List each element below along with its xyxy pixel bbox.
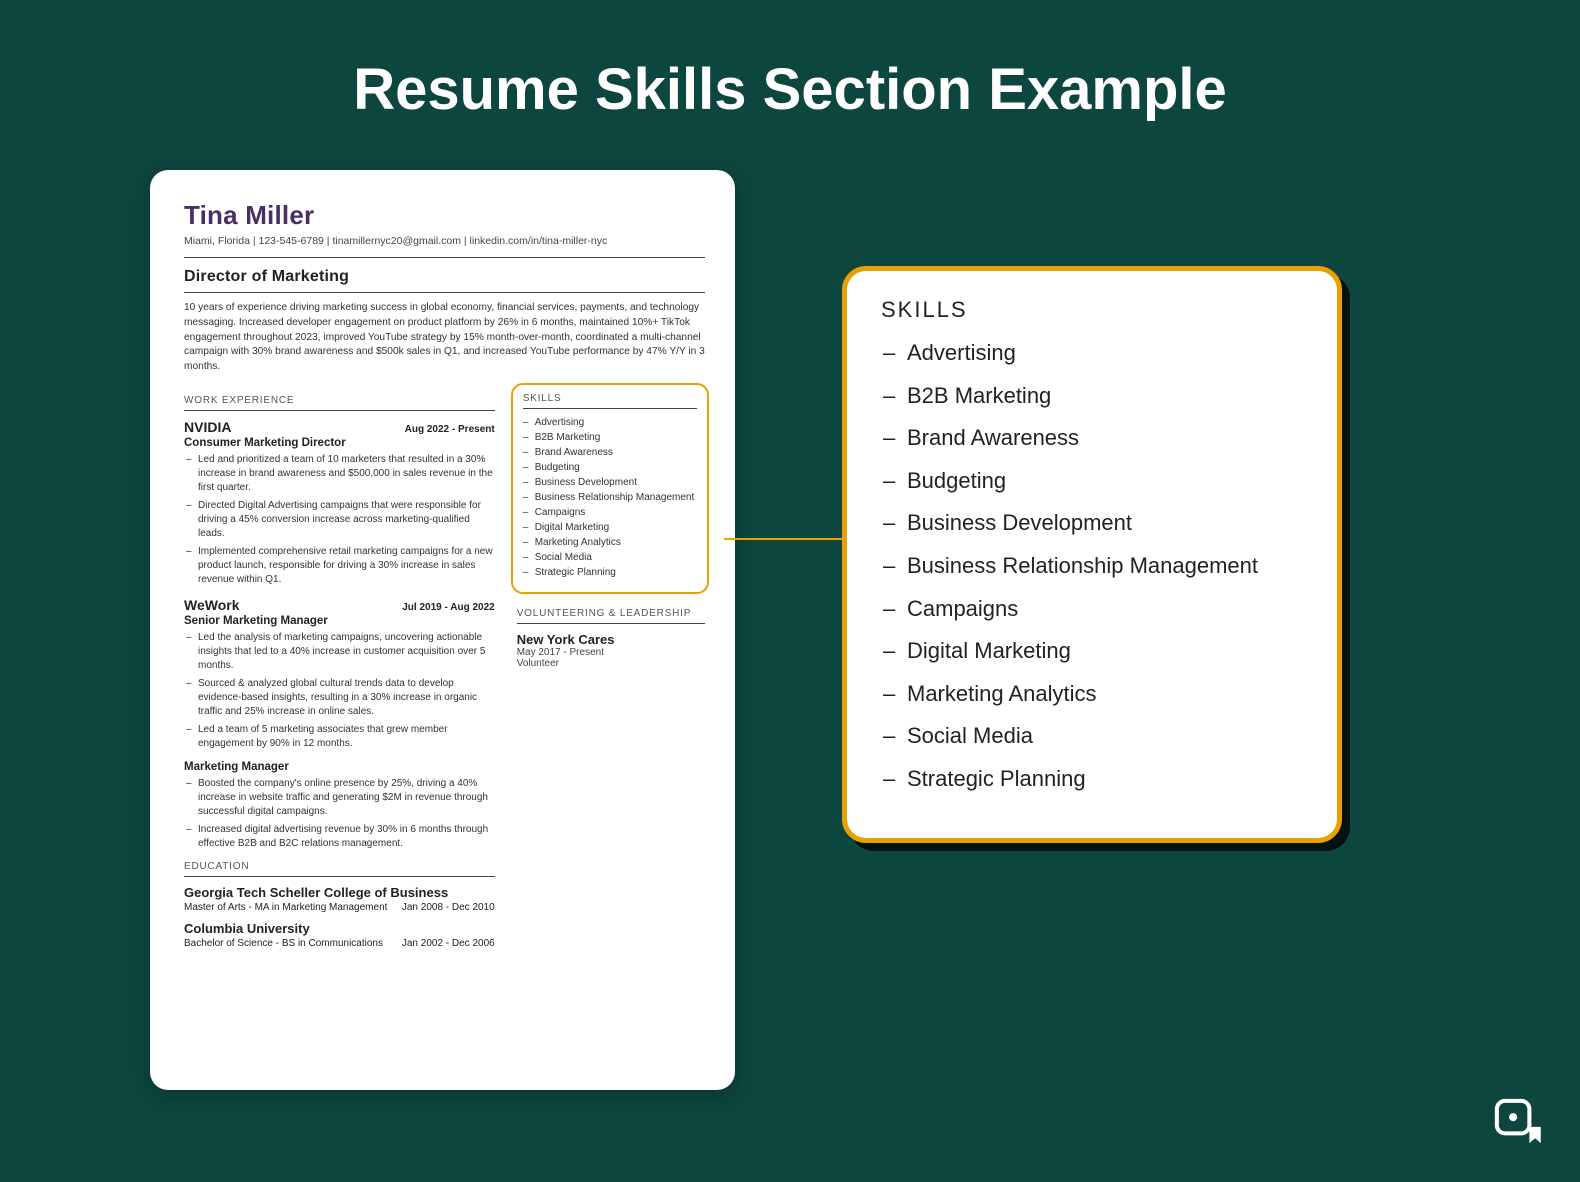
bullet: Led a team of 5 marketing associates tha… (184, 723, 495, 751)
skill-item: Budgeting (881, 467, 1303, 496)
skill-item: Strategic Planning (523, 567, 697, 578)
skills-list-small: Advertising B2B Marketing Brand Awarenes… (523, 417, 697, 578)
skills-list-large: Advertising B2B Marketing Brand Awarenes… (881, 339, 1303, 794)
skills-highlight-box: SKILLS Advertising B2B Marketing Brand A… (511, 383, 709, 594)
skill-item: B2B Marketing (881, 382, 1303, 411)
skill-item: Business Development (881, 509, 1303, 538)
page-title: Resume Skills Section Example (0, 0, 1580, 123)
skill-item: Business Relationship Management (523, 492, 697, 503)
callout-connector (724, 538, 844, 540)
job-title: Consumer Marketing Director (184, 437, 495, 449)
skill-item: Business Relationship Management (881, 552, 1303, 581)
edu-degree: Master of Arts - MA in Marketing Managem… (184, 902, 387, 913)
skill-item: Digital Marketing (881, 637, 1303, 666)
skill-item: Brand Awareness (523, 447, 697, 458)
skill-item: Business Development (523, 477, 697, 488)
bullet: Boosted the company's online presence by… (184, 777, 495, 819)
divider (517, 623, 705, 624)
skill-item: Marketing Analytics (523, 537, 697, 548)
section-volunteering-label: VOLUNTEERING & LEADERSHIP (517, 608, 705, 619)
resume-contact: Miami, Florida | 123-545-6789 | tinamill… (184, 235, 705, 247)
volunteering-block: New York Cares May 2017 - Present Volunt… (517, 632, 705, 669)
bullet: Led and prioritized a team of 10 markete… (184, 453, 495, 495)
bullet: Increased digital advertising revenue by… (184, 823, 495, 851)
section-education-label: EDUCATION (184, 861, 495, 872)
section-work-label: WORK EXPERIENCE (184, 395, 495, 406)
skill-item: Brand Awareness (881, 424, 1303, 453)
job-title: Marketing Manager (184, 761, 495, 773)
skill-item: Social Media (523, 552, 697, 563)
vol-dates: May 2017 - Present (517, 647, 705, 658)
resume-role: Director of Marketing (184, 268, 705, 293)
edu-school: Columbia University (184, 921, 495, 936)
job-company: WeWork (184, 597, 240, 613)
skill-item: Advertising (881, 339, 1303, 368)
edu-dates: Jan 2002 - Dec 2006 (402, 938, 495, 949)
skill-item: Digital Marketing (523, 522, 697, 533)
edu-dates: Jan 2008 - Dec 2010 (402, 902, 495, 913)
skill-item: Campaigns (523, 507, 697, 518)
divider (184, 410, 495, 411)
job-dates: Jul 2019 - Aug 2022 (402, 602, 494, 613)
vol-org: New York Cares (517, 632, 705, 647)
job-dates: Aug 2022 - Present (405, 424, 495, 435)
vol-role: Volunteer (517, 658, 705, 669)
skill-item: Campaigns (881, 595, 1303, 624)
bullet: Led the analysis of marketing campaigns,… (184, 631, 495, 673)
divider (184, 257, 705, 258)
resume-name: Tina Miller (184, 200, 705, 231)
skill-item: Advertising (523, 417, 697, 428)
edu-school: Georgia Tech Scheller College of Busines… (184, 885, 495, 900)
skill-item: B2B Marketing (523, 432, 697, 443)
job-bullets: Led the analysis of marketing campaigns,… (184, 631, 495, 751)
divider (184, 876, 495, 877)
divider (523, 408, 697, 409)
skill-item: Social Media (881, 722, 1303, 751)
brand-logo-icon (1492, 1096, 1544, 1148)
skills-zoom-card: SKILLS Advertising B2B Marketing Brand A… (842, 266, 1342, 843)
resume-card: Tina Miller Miami, Florida | 123-545-678… (150, 170, 735, 1090)
job-company: NVIDIA (184, 419, 231, 435)
skill-item: Budgeting (523, 462, 697, 473)
section-skills-label: SKILLS (523, 393, 697, 404)
skill-item: Strategic Planning (881, 765, 1303, 794)
bullet: Implemented comprehensive retail marketi… (184, 545, 495, 587)
edu-degree: Bachelor of Science - BS in Communicatio… (184, 938, 383, 949)
job-bullets: Boosted the company's online presence by… (184, 777, 495, 851)
job-title: Senior Marketing Manager (184, 615, 495, 627)
bullet: Sourced & analyzed global cultural trend… (184, 677, 495, 719)
bullet: Directed Digital Advertising campaigns t… (184, 499, 495, 541)
job-bullets: Led and prioritized a team of 10 markete… (184, 453, 495, 587)
zoom-heading: SKILLS (881, 297, 1303, 323)
resume-summary: 10 years of experience driving marketing… (184, 301, 705, 375)
skill-item: Marketing Analytics (881, 680, 1303, 709)
